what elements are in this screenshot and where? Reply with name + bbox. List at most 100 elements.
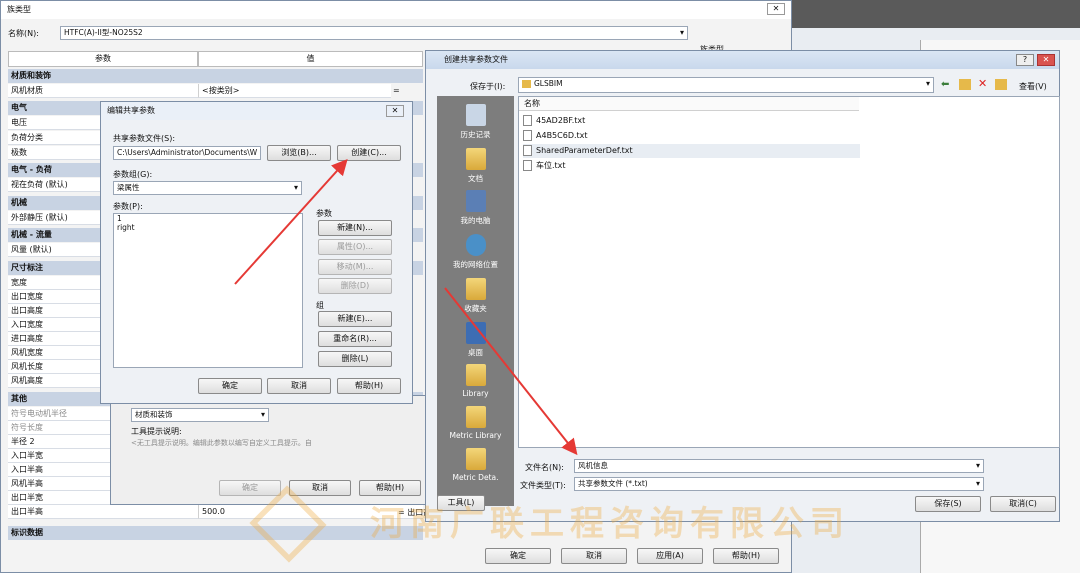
library-folder-icon — [465, 364, 486, 386]
filename-input[interactable]: 风机信息 — [574, 459, 984, 473]
place-favorites[interactable]: 收藏夹 — [437, 278, 514, 314]
family-types-title: 族类型 — [1, 1, 791, 19]
create-file-title: 创建共享参数文件 — [426, 51, 1059, 69]
desktop-icon — [465, 322, 486, 344]
props-cancel-button[interactable]: 取消 — [289, 480, 351, 496]
param-group-select[interactable]: 材质和装饰 — [131, 408, 269, 422]
param-group-label: 参数组(G): — [113, 170, 153, 179]
place-history-label: 历史记录 — [460, 130, 491, 139]
new-folder-icon[interactable] — [995, 79, 1007, 90]
param-item-1[interactable]: 1 — [114, 214, 302, 223]
close-icon[interactable]: ✕ — [767, 3, 785, 15]
family-cancel-button[interactable]: 取消 — [561, 548, 627, 564]
family-help-button[interactable]: 帮助(H) — [713, 548, 779, 564]
filetype-label: 文件类型(T): — [520, 481, 566, 490]
edit-shared-close-icon[interactable]: ✕ — [386, 105, 404, 117]
row-outlet-half-height[interactable]: 出口半高 — [8, 505, 198, 519]
fan-material-formula: = — [393, 86, 400, 95]
history-icon — [465, 104, 486, 126]
edit-shared-help-button[interactable]: 帮助(H) — [337, 378, 401, 394]
file-item[interactable]: 45AD2BF.txt — [523, 114, 585, 128]
place-history[interactable]: 历史记录 — [437, 104, 514, 140]
edit-shared-ok-button[interactable]: 确定 — [198, 378, 262, 394]
create-button[interactable]: 创建(C)... — [337, 145, 401, 161]
create-file-cancel-button[interactable]: 取消(C) — [990, 496, 1056, 512]
delete-icon[interactable]: ✕ — [978, 77, 987, 90]
group-rename-button[interactable]: 重命名(R)... — [318, 331, 392, 347]
param-new-button[interactable]: 新建(N)... — [318, 220, 392, 236]
col-param-label: 参数 — [95, 54, 111, 63]
shared-group-select[interactable]: 梁属性 — [113, 181, 302, 195]
family-name-select[interactable]: HTFC(A)-II型-NO25S2 — [60, 26, 688, 40]
place-network[interactable]: 我的网络位置 — [437, 234, 514, 270]
place-metric-library-label: Metric Library — [449, 431, 502, 440]
file-name: SharedParameterDef.txt — [536, 146, 633, 155]
family-ok-button[interactable]: 确定 — [485, 548, 551, 564]
param-properties-button[interactable]: 属性(O)... — [318, 239, 392, 255]
watermark-text: 河南广联工程咨询有限公司 — [370, 504, 850, 544]
browse-button[interactable]: 浏览(B)... — [267, 145, 331, 161]
places-bar: 历史记录 文档 我的电脑 我的网络位置 收藏夹 桌面 Library Metri… — [437, 96, 514, 506]
group-delete-button[interactable]: 删除(L) — [318, 351, 392, 367]
save-in-value: GLSBIM — [534, 79, 563, 88]
column-header-value: 值 — [198, 51, 423, 67]
file-list-header[interactable]: 名称 — [519, 97, 859, 111]
view-menu-label[interactable]: 查看(V) — [1019, 81, 1047, 92]
place-documents[interactable]: 文档 — [437, 148, 514, 184]
category-identity[interactable]: 标识数据 — [8, 526, 423, 540]
documents-icon — [465, 148, 486, 170]
metric-library-folder-icon — [465, 406, 486, 428]
group-new-button[interactable]: 新建(E)... — [318, 311, 392, 327]
fan-material-value: <按类别> — [202, 86, 240, 95]
props-ok-button[interactable]: 确定 — [219, 480, 281, 496]
place-favorites-label: 收藏夹 — [464, 304, 487, 313]
file-name: A4B5C6D.txt — [536, 131, 588, 140]
place-metric-library[interactable]: Metric Library — [437, 406, 514, 440]
props-help-button[interactable]: 帮助(H) — [359, 480, 421, 496]
text-file-icon — [523, 130, 532, 141]
shared-file-label: 共享参数文件(S): — [113, 134, 176, 143]
place-metric-detail[interactable]: Metric Deta. — [437, 448, 514, 482]
place-desktop-label: 桌面 — [468, 348, 483, 357]
place-computer[interactable]: 我的电脑 — [437, 190, 514, 226]
save-in-label: 保存于(I): — [470, 82, 506, 91]
param-delete-button[interactable]: 删除(D) — [318, 278, 392, 294]
file-item[interactable]: SharedParameterDef.txt — [523, 144, 860, 158]
text-file-icon — [523, 160, 532, 171]
category-material[interactable]: 材质和装饰 — [8, 69, 423, 83]
param-move-button[interactable]: 移动(M)... — [318, 259, 392, 275]
create-file-close-icon[interactable]: ✕ — [1037, 54, 1055, 66]
place-library[interactable]: Library — [437, 364, 514, 398]
help-icon[interactable]: ? — [1016, 54, 1034, 66]
name-label: 名称(N): — [8, 29, 39, 38]
place-computer-label: 我的电脑 — [460, 216, 491, 225]
file-item[interactable]: A4B5C6D.txt — [523, 129, 588, 143]
back-icon[interactable]: ⬅ — [941, 79, 949, 90]
place-library-label: Library — [462, 389, 489, 398]
up-folder-icon[interactable] — [959, 79, 971, 90]
filetype-select[interactable]: 共享参数文件 (*.txt) — [574, 477, 984, 491]
text-file-icon — [523, 115, 532, 126]
file-item[interactable]: 车位.txt — [523, 159, 566, 173]
param-item-right[interactable]: right — [114, 223, 302, 232]
family-apply-button[interactable]: 应用(A) — [637, 548, 703, 564]
tooltip-text: <无工具提示说明。编辑此参数以编写自定义工具提示。自 — [131, 439, 312, 447]
edit-shared-title: 编辑共享参数 — [101, 102, 412, 120]
row-fan-material[interactable]: 风机材质 — [8, 84, 198, 98]
place-documents-label: 文档 — [468, 174, 483, 183]
shared-file-path-field[interactable]: C:\Users\Administrator\Documents\W — [113, 146, 261, 160]
place-metric-detail-label: Metric Deta. — [452, 473, 499, 482]
text-file-icon — [523, 145, 532, 156]
group-section-label: 组 — [316, 301, 324, 310]
save-in-select[interactable]: GLSBIM — [518, 77, 934, 93]
value-cell-fan-material[interactable]: <按类别> — [198, 84, 391, 98]
edit-shared-cancel-button[interactable]: 取消 — [267, 378, 331, 394]
metric-detail-folder-icon — [465, 448, 486, 470]
desktop-strip — [792, 0, 1080, 28]
col-value-label: 值 — [306, 54, 315, 63]
params-listbox[interactable]: 1 right — [113, 213, 303, 368]
place-desktop[interactable]: 桌面 — [437, 322, 514, 358]
save-in-folder-icon — [522, 80, 531, 88]
save-button[interactable]: 保存(S) — [915, 496, 981, 512]
favorites-icon — [465, 278, 486, 300]
